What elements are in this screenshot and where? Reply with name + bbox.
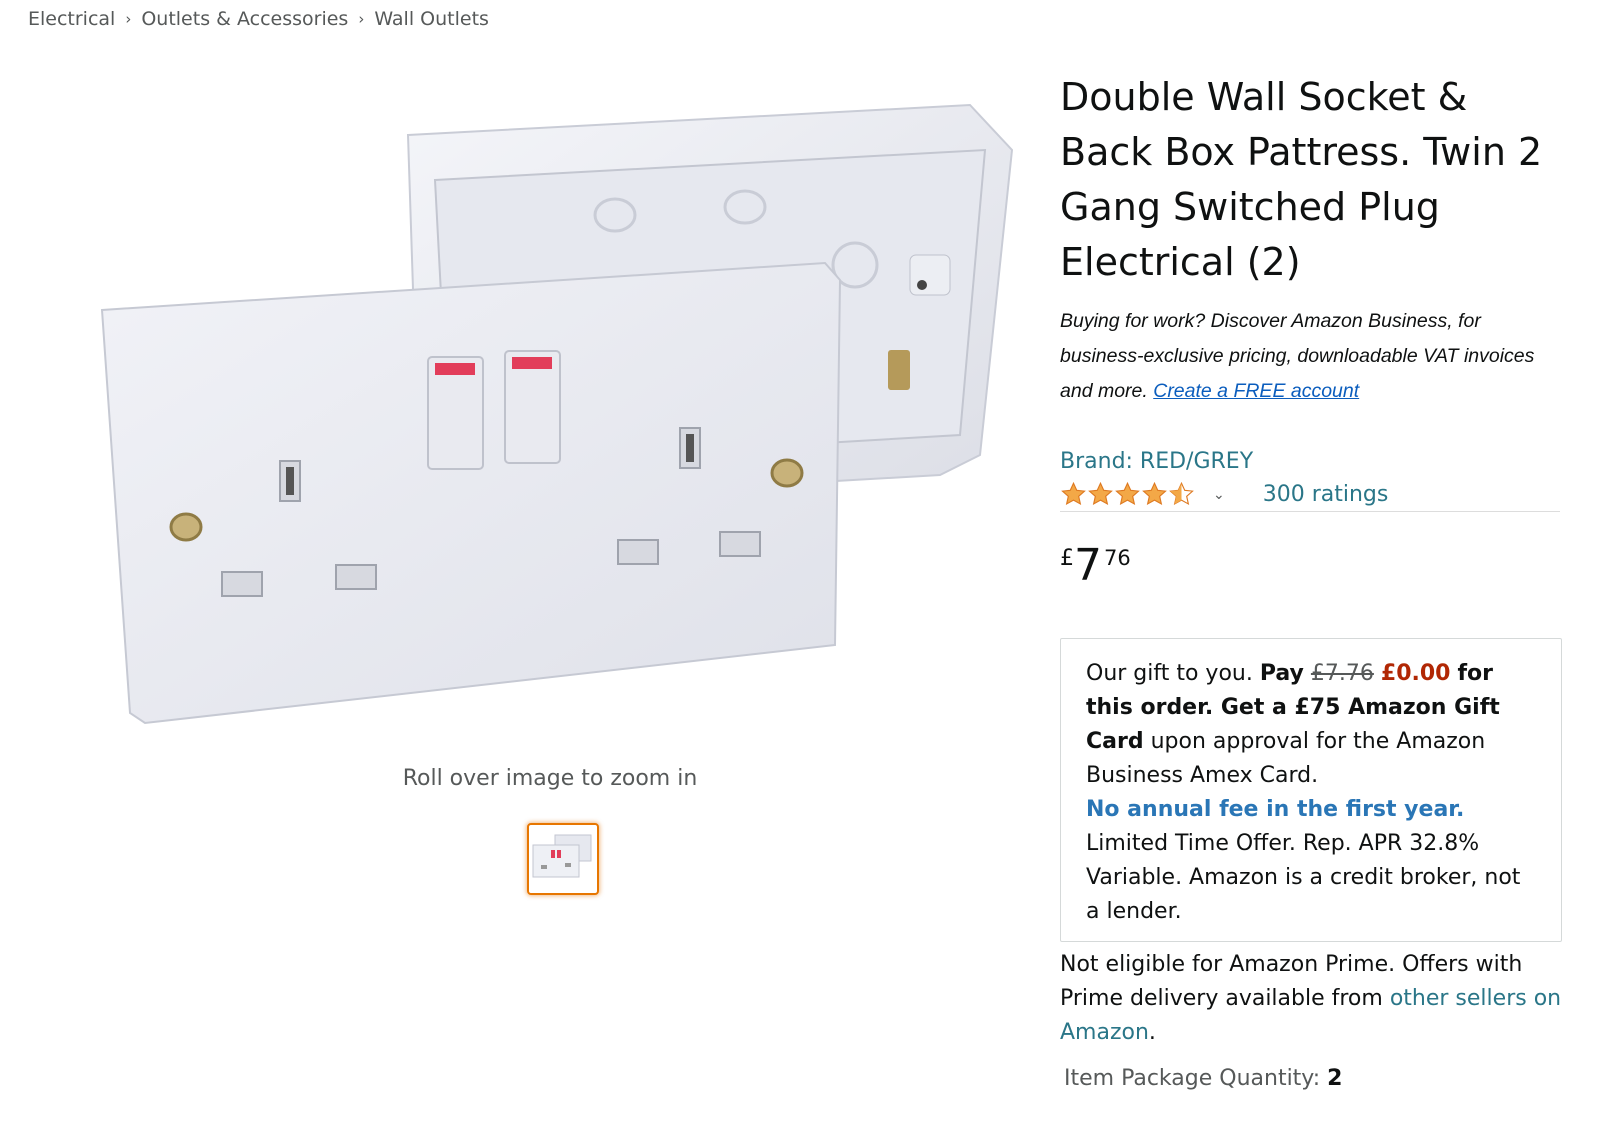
breadcrumb-item-electrical[interactable]: Electrical <box>28 8 115 30</box>
package-quantity-label: Item Package Quantity: <box>1064 1066 1321 1091</box>
brand-link[interactable]: Brand: RED/GREY <box>1060 449 1253 474</box>
prime-note-end: . <box>1148 1020 1156 1045</box>
business-promo: Buying for work? Discover Amazon Busines… <box>1060 304 1565 409</box>
rating-row: ⌄ 300 ratings <box>1060 481 1560 512</box>
package-quantity: Item Package Quantity: 2 <box>1064 1066 1565 1091</box>
breadcrumb-separator-icon: › <box>125 10 132 28</box>
create-account-link[interactable]: Create a FREE account <box>1153 380 1359 402</box>
prime-eligibility-note: Not eligible for Amazon Prime. Offers wi… <box>1060 948 1565 1050</box>
ratings-count-link[interactable]: 300 ratings <box>1263 482 1389 507</box>
offer-terms: Limited Time Offer. Rep. APR 32.8% Varia… <box>1086 831 1521 924</box>
star-half-icon <box>1169 481 1194 506</box>
breadcrumb-separator-icon: › <box>358 10 365 28</box>
product-title: Double Wall Socket & Back Box Pattress. … <box>1060 75 1543 284</box>
offer-new-price: £0.00 <box>1380 661 1451 686</box>
breadcrumb: Electrical › Outlets & Accessories › Wal… <box>28 8 489 30</box>
breadcrumb-item-outlets-accessories[interactable]: Outlets & Accessories <box>141 8 348 30</box>
offer-highlight: No annual fee in the first year. <box>1086 797 1465 822</box>
star-full-icon <box>1142 481 1167 506</box>
product-photo <box>100 103 1014 725</box>
star-full-icon <box>1061 481 1086 506</box>
price-whole: 7 <box>1074 540 1102 591</box>
offer-intro: Our gift to you. <box>1086 661 1253 686</box>
package-quantity-value: 2 <box>1327 1066 1343 1091</box>
chevron-down-icon[interactable]: ⌄ <box>1213 487 1225 503</box>
amex-offer-box[interactable]: Our gift to you. Pay £7.76 £0.00 for thi… <box>1060 638 1562 942</box>
breadcrumb-item-wall-outlets[interactable]: Wall Outlets <box>374 8 489 30</box>
star-full-icon <box>1115 481 1140 506</box>
price: £ 7 76 <box>1060 540 1565 596</box>
price-currency-symbol: £ <box>1060 546 1074 571</box>
offer-old-price: £7.76 <box>1310 661 1374 686</box>
price-fraction: 76 <box>1104 546 1131 570</box>
product-details: Double Wall Socket & Back Box Pattress. … <box>1060 70 1565 1091</box>
main-product-image[interactable] <box>90 95 1040 755</box>
zoom-hint-text: Roll over image to zoom in <box>402 766 698 791</box>
star-full-icon <box>1088 481 1113 506</box>
star-rating[interactable] <box>1060 481 1195 508</box>
offer-body: upon approval for the Amazon Business Am… <box>1086 729 1486 788</box>
thumbnail-photo <box>532 834 592 878</box>
thumbnail-image[interactable] <box>527 823 599 895</box>
offer-pay-label: Pay <box>1259 661 1304 686</box>
